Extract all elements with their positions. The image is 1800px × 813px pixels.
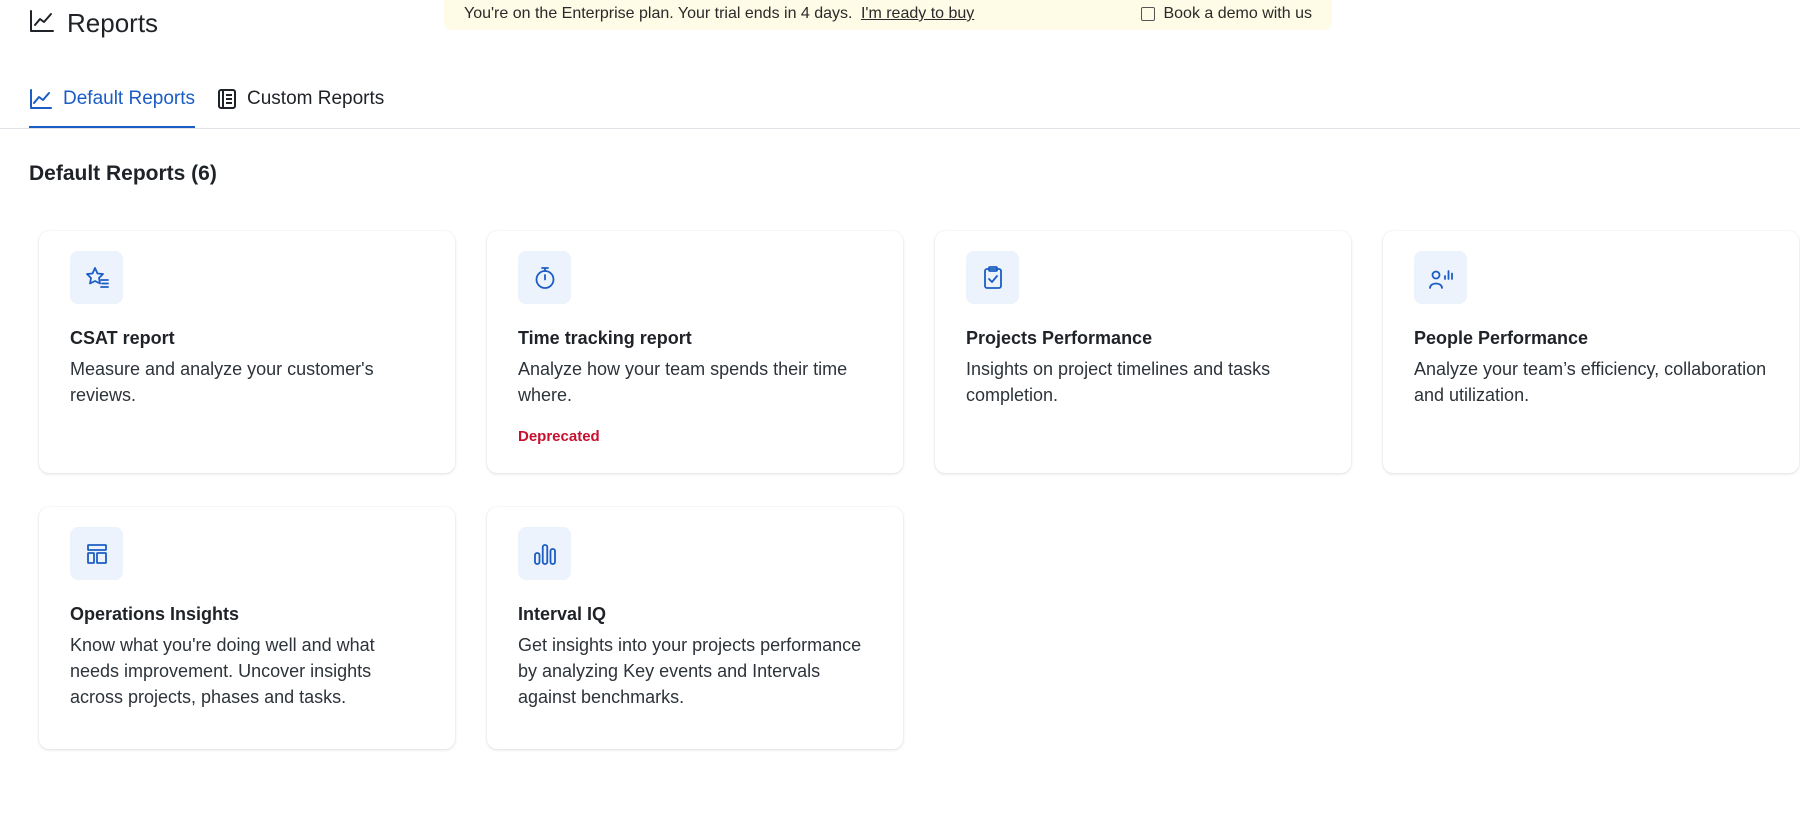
buy-now-link[interactable]: I'm ready to buy [861,5,974,22]
deprecated-badge: Deprecated [518,428,600,445]
tabs-divider [0,128,1800,129]
trial-banner: You're on the Enterprise plan. Your tria… [444,0,1332,30]
report-tabs: Default Reports Custom Reports [29,80,384,129]
tab-label: Custom Reports [247,88,385,109]
report-card-time-tracking[interactable]: Time tracking report Analyze how your te… [487,231,903,473]
bar-chart-icon [518,527,571,580]
card-description: Analyze how your team spends their time … [518,359,848,405]
card-title: Time tracking report [518,328,692,348]
page-header: Reports [29,8,158,39]
star-list-icon [70,251,123,304]
tab-custom-reports[interactable]: Custom Reports [217,80,384,129]
calendar-icon [1141,7,1156,21]
person-chart-icon [1414,251,1467,304]
card-title: Projects Performance [966,328,1153,348]
clipboard-check-icon [966,251,1019,304]
card-title: CSAT report [70,328,175,348]
card-description: Analyze your team’s efficiency, collabor… [1414,359,1767,405]
trial-banner-text: You're on the Enterprise plan. Your tria… [464,5,853,22]
card-title: Interval IQ [518,604,607,624]
book-demo-label: Book a demo with us [1163,5,1312,22]
card-title: People Performance [1414,328,1589,348]
book-demo-button[interactable]: Book a demo with us [1141,5,1312,23]
card-description: Measure and analyze your customer's revi… [70,359,374,405]
card-description: Get insights into your projects performa… [518,635,862,707]
section-title: Default Reports (6) [29,162,217,185]
page-title: Reports [67,8,159,38]
card-description: Know what you're doing well and what nee… [70,635,375,707]
stopwatch-icon [518,251,571,304]
tab-default-reports[interactable]: Default Reports [29,80,196,129]
report-card-operations-insights[interactable]: Operations Insights Know what you're doi… [39,507,455,749]
chart-line-icon [29,88,53,116]
report-card-interval-iq[interactable]: Interval IQ Get insights into your proje… [487,507,903,749]
report-card-projects-performance[interactable]: Projects Performance Insights on project… [935,231,1351,473]
tab-label: Default Reports [63,88,196,109]
trial-banner-message: You're on the Enterprise plan. Your tria… [464,5,1141,23]
report-card-csat[interactable]: CSAT report Measure and analyze your cus… [39,231,455,473]
chart-line-icon [29,9,55,38]
document-list-icon [217,88,237,116]
layout-icon [70,527,123,580]
card-title: Operations Insights [70,604,240,624]
report-card-people-performance[interactable]: People Performance Analyze your team’s e… [1383,231,1799,473]
card-description: Insights on project timelines and tasks … [966,359,1271,405]
